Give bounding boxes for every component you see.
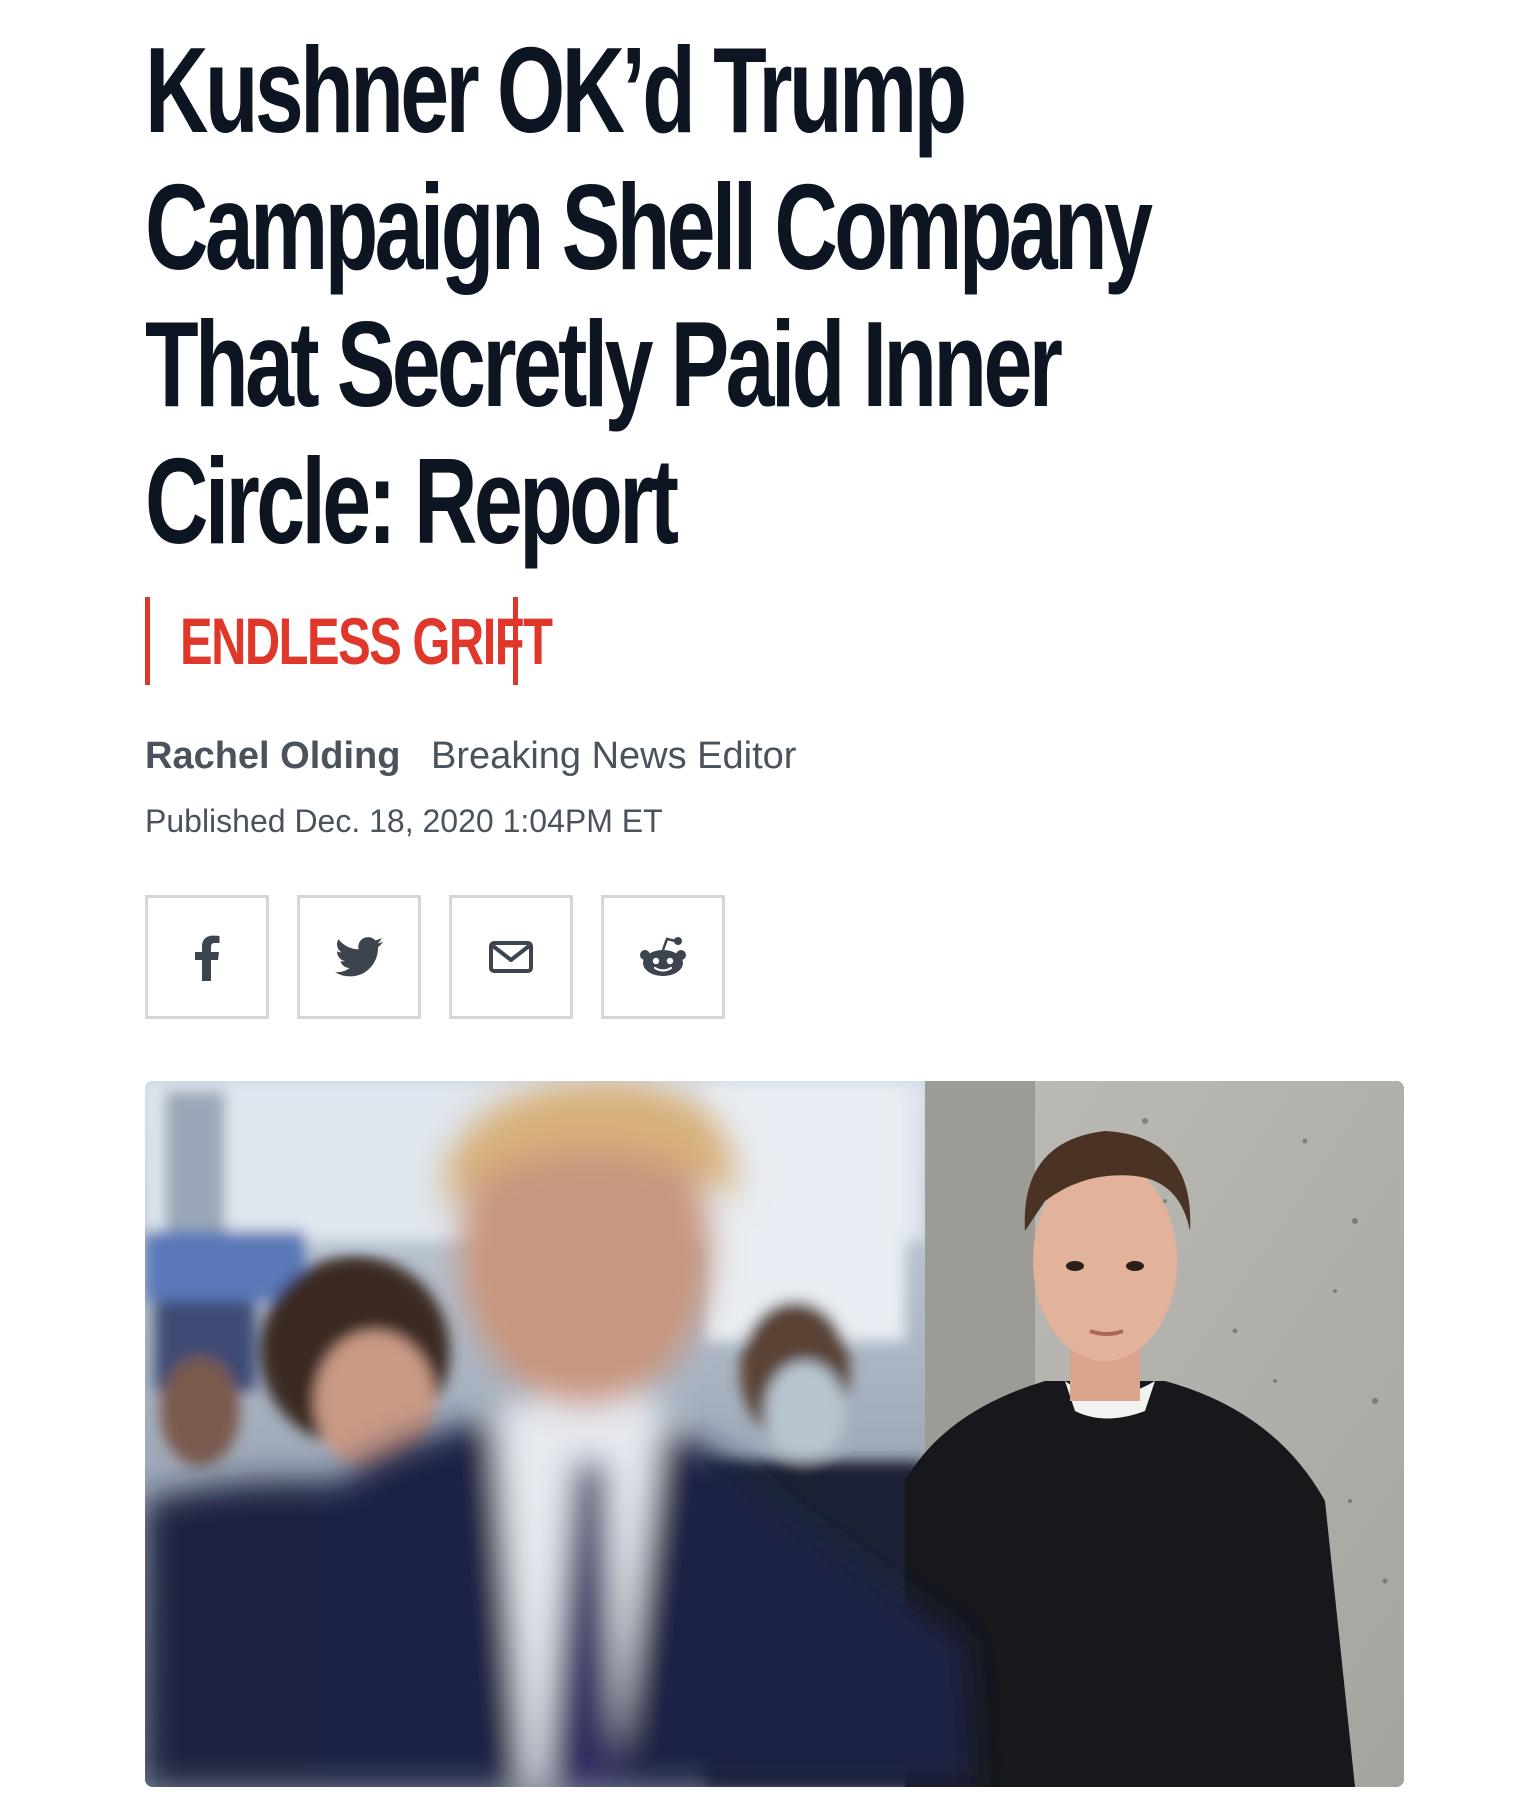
email-icon [489, 941, 533, 973]
facebook-icon [195, 935, 220, 981]
kicker-label[interactable]: ENDLESS GRIFT [180, 603, 553, 679]
headline: Kushner OK’d Trump Campaign Shell Compan… [145, 22, 1153, 570]
headline-line: Circle: Report [145, 433, 679, 569]
share-reddit-button[interactable] [601, 895, 725, 1019]
kicker-left-divider [145, 597, 150, 685]
headline-line: That Secretly Paid Inner [145, 296, 1063, 432]
author-name[interactable]: Rachel Olding [145, 735, 400, 777]
hero-photo [145, 1081, 1404, 1787]
share-bar [145, 895, 725, 1019]
headline-line: Kushner OK’d Trump [145, 22, 967, 158]
twitter-icon [335, 937, 383, 977]
share-facebook-button[interactable] [145, 895, 269, 1019]
byline: Rachel Olding Breaking News Editor [145, 735, 796, 778]
section-kicker[interactable]: ENDLESS GRIFT [145, 597, 553, 685]
hero-image[interactable] [145, 1081, 1404, 1787]
share-twitter-button[interactable] [297, 895, 421, 1019]
publish-date: Published Dec. 18, 2020 1:04PM ET [145, 803, 663, 839]
share-email-button[interactable] [449, 895, 573, 1019]
reddit-icon [640, 937, 686, 976]
headline-line: Campaign Shell Company [145, 159, 1153, 295]
author-title: Breaking News Editor [431, 735, 797, 777]
